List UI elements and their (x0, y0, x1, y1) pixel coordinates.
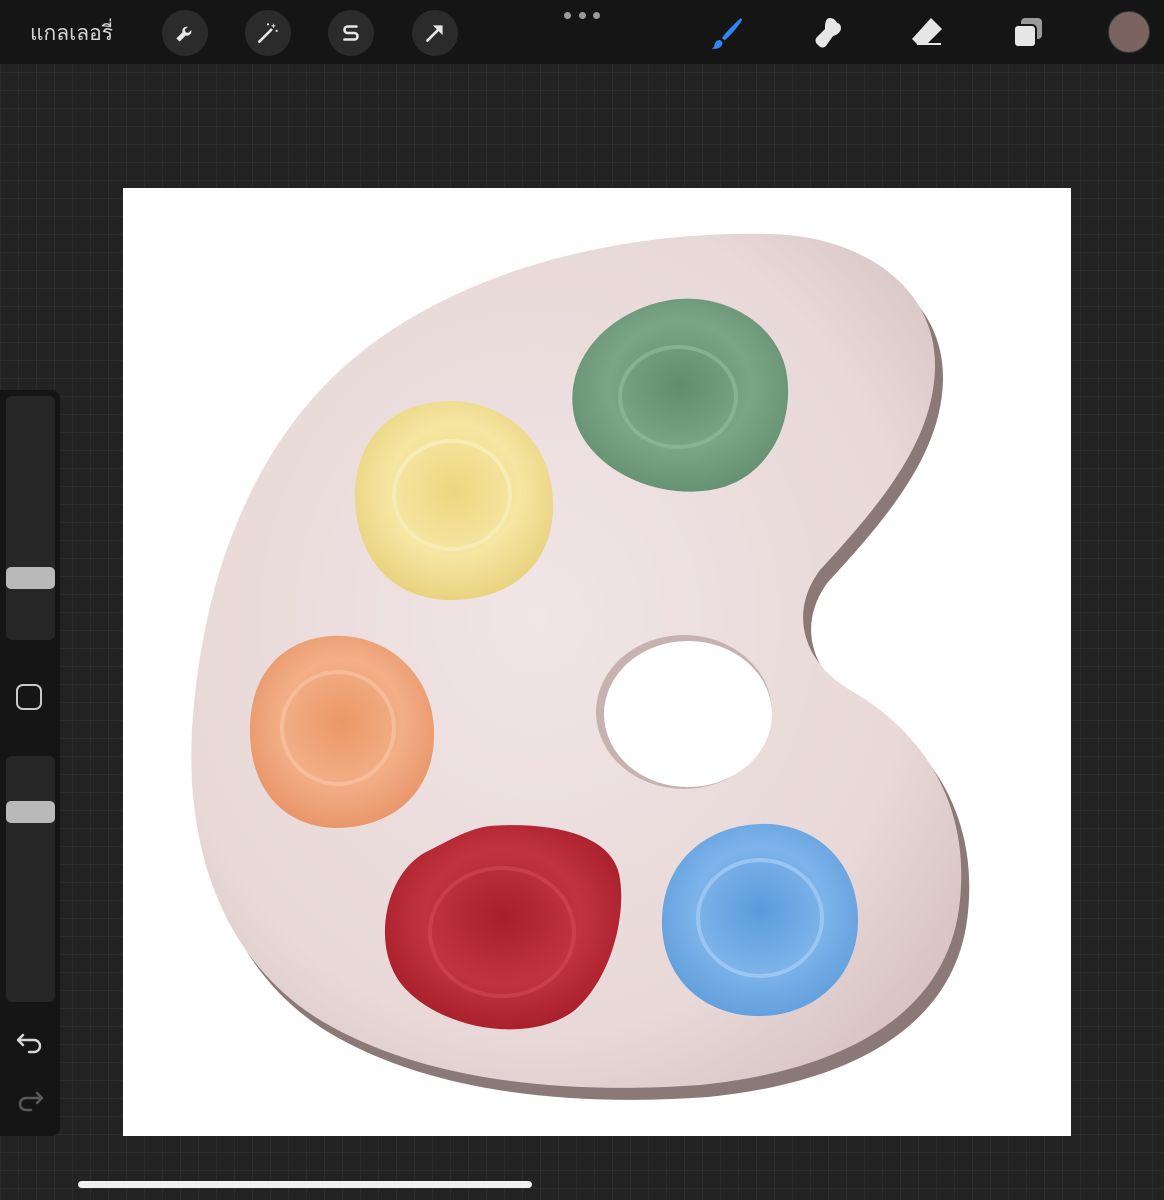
more-options-dots[interactable] (564, 12, 600, 22)
dot (593, 12, 600, 19)
dot (564, 12, 571, 19)
top-toolbar: แกลเลอรี่ (0, 0, 1164, 64)
palette-thumb-hole (604, 641, 772, 787)
artwork (191, 233, 970, 1100)
left-sidebar (0, 390, 60, 1136)
brush-icon (711, 18, 742, 49)
paint-orange (249, 635, 435, 828)
selection-s-icon (343, 25, 359, 41)
color-picker-swatch[interactable] (1108, 11, 1150, 53)
adjustments-button[interactable] (245, 10, 291, 56)
opacity-slider[interactable] (6, 756, 55, 1002)
paint-blue (661, 823, 858, 1017)
gallery-button[interactable]: แกลเลอรี่ (30, 17, 113, 50)
eraser-icon (912, 18, 942, 45)
eraser-tool-button[interactable] (904, 10, 950, 56)
home-indicator (78, 1181, 532, 1188)
transform-arrow-icon (426, 25, 443, 42)
brush-tool-button[interactable] (704, 10, 750, 56)
paint-red (384, 825, 622, 1030)
magic-wand-icon (258, 23, 278, 43)
modify-square-icon[interactable] (16, 684, 42, 710)
layers-button[interactable] (1005, 10, 1051, 56)
redo-icon[interactable] (14, 1083, 46, 1115)
transform-button[interactable] (412, 10, 458, 56)
brush-size-slider[interactable] (6, 396, 55, 640)
wrench-icon (176, 26, 192, 42)
drawing-canvas[interactable] (123, 188, 1071, 1136)
smudge-icon (815, 18, 841, 48)
undo-icon[interactable] (14, 1025, 46, 1057)
selection-button[interactable] (328, 10, 374, 56)
brush-size-slider-thumb[interactable] (6, 567, 55, 589)
dot (578, 12, 586, 19)
opacity-slider-thumb[interactable] (6, 801, 55, 823)
paint-yellow (355, 401, 554, 601)
layers-icon (1013, 18, 1042, 48)
actions-button[interactable] (162, 10, 208, 56)
smudge-tool-button[interactable] (805, 10, 851, 56)
